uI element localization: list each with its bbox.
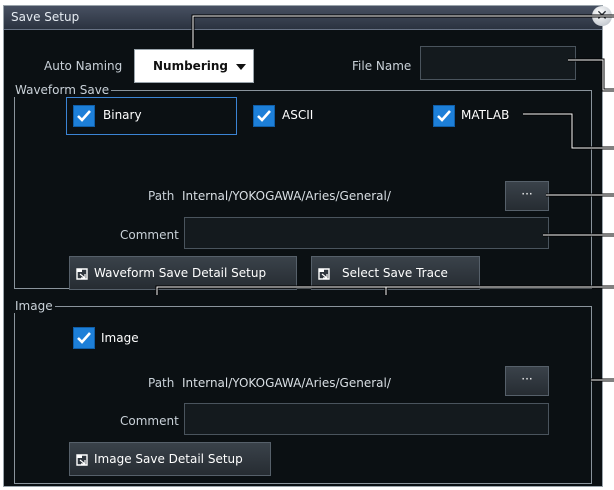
callout-lines	[155, 14, 614, 382]
callout-line-file-name	[568, 58, 614, 92]
callout-line-auto-naming	[191, 14, 614, 48]
callout-line-matlab	[523, 112, 614, 150]
